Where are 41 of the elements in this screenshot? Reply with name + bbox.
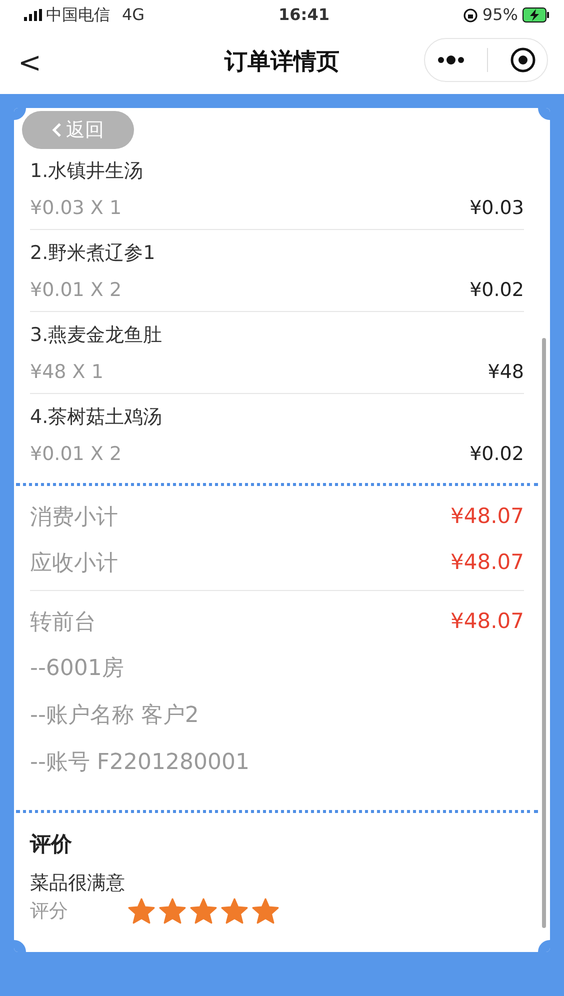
- line-total: ¥0.02: [470, 442, 524, 466]
- star-icon: [128, 898, 155, 924]
- star-icon: [252, 898, 279, 924]
- summary-label: 消费小计: [30, 504, 118, 532]
- dish-name: 1.水镇井生汤: [30, 159, 144, 184]
- line-total: ¥0.03: [470, 196, 524, 220]
- review-comment: 菜品很满意: [30, 870, 126, 896]
- score-label: 评分: [30, 899, 68, 924]
- line-total: ¥48: [488, 360, 524, 384]
- star-icon: [221, 898, 248, 924]
- star-icon: [190, 898, 217, 924]
- chevron-left-icon: [52, 122, 62, 138]
- dish-name: 4.茶树菇土鸡汤: [30, 405, 164, 430]
- unit-price: ¥0.03 X 1: [30, 196, 122, 220]
- review-title: 评价: [30, 831, 73, 858]
- summary-amount: ¥48.07: [450, 549, 524, 576]
- unit-price: ¥0.01 X 2: [30, 278, 122, 302]
- signal-icon: [24, 9, 42, 21]
- dish-name: 2.野米煮辽参1: [30, 241, 156, 266]
- clock-time: 16:41: [278, 4, 330, 26]
- payment-detail: --6001房: [30, 655, 125, 683]
- close-icon[interactable]: [510, 47, 536, 73]
- star-icon: [159, 898, 186, 924]
- more-icon[interactable]: [436, 55, 466, 65]
- payment-detail: --账号 F2201280001: [30, 749, 250, 777]
- payment-amount: ¥48.07: [450, 608, 524, 636]
- unit-price: ¥0.01 X 2: [30, 442, 122, 466]
- unit-price: ¥48 X 1: [30, 360, 104, 384]
- summary-amount: ¥48.07: [450, 503, 524, 530]
- page-title: 订单详情页: [224, 48, 340, 77]
- payment-detail: --账户名称 客户2: [30, 702, 200, 730]
- back-button[interactable]: <: [18, 42, 42, 84]
- summary-label: 应收小计: [30, 550, 118, 578]
- dish-name: 3.燕麦金龙鱼肚: [30, 323, 164, 348]
- battery-percent: 95%: [482, 4, 518, 26]
- network-type: 4G: [122, 4, 145, 26]
- carrier-name: 中国电信: [46, 4, 110, 26]
- payment-label: 转前台: [30, 608, 96, 636]
- rotation-lock-icon: [463, 8, 478, 22]
- battery-charging-icon: [522, 7, 550, 23]
- line-total: ¥0.02: [470, 278, 524, 302]
